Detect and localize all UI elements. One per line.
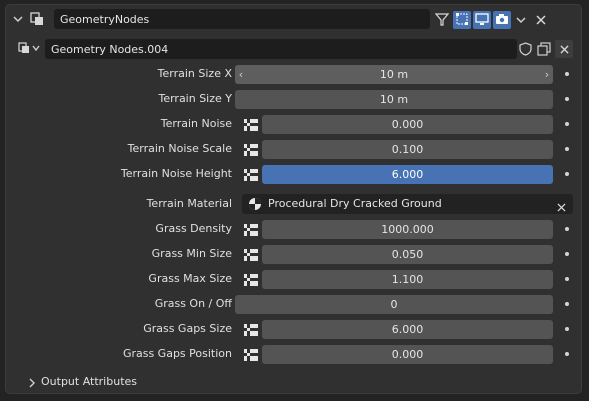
- keyframe-dot-icon[interactable]: [565, 327, 569, 331]
- input-value: 0.100: [391, 143, 424, 156]
- render-toggle[interactable]: [493, 11, 511, 29]
- modifier-name-field[interactable]: GeometryNodes: [54, 9, 430, 29]
- geometry-nodes-icon: [18, 41, 40, 57]
- camera-icon: [495, 12, 509, 29]
- attribute-toggle-icon[interactable]: [242, 272, 260, 288]
- attribute-toggle-icon[interactable]: [242, 322, 260, 338]
- value-field[interactable]: 1.100: [262, 270, 553, 289]
- input-row: Terrain Noise Height 6.000: [6, 164, 581, 184]
- cage-toggle[interactable]: [453, 11, 471, 29]
- increment-arrow-icon[interactable]: ›: [541, 65, 553, 84]
- input-row: Terrain Size Y 10 m: [6, 89, 581, 109]
- input-value: Procedural Dry Cracked Ground: [268, 197, 442, 210]
- clear-material-close-icon[interactable]: [557, 199, 567, 212]
- input-value: 0.000: [391, 348, 424, 361]
- input-value: 10 m: [379, 93, 409, 106]
- keyframe-dot-icon[interactable]: [565, 122, 569, 126]
- input-label: Grass Gaps Position: [122, 347, 232, 360]
- input-label: Terrain Noise Scale: [127, 142, 232, 155]
- input-label: Grass Max Size: [148, 272, 232, 285]
- keyframe-dot-icon[interactable]: [565, 302, 569, 306]
- collapse-chevron-icon[interactable]: [10, 11, 26, 27]
- realtime-toggle[interactable]: [473, 11, 491, 29]
- modifier-header: GeometryNodes: [6, 5, 581, 33]
- chevron-right-icon[interactable]: [26, 377, 38, 389]
- value-field[interactable]: 0.000: [262, 345, 553, 364]
- input-label: Grass On / Off: [154, 297, 232, 310]
- duplicate-icon[interactable]: [535, 40, 553, 58]
- keyframe-dot-icon[interactable]: [565, 147, 569, 151]
- attribute-toggle-icon[interactable]: [242, 167, 260, 183]
- input-row: Grass Max Size 1.100: [6, 269, 581, 289]
- expand-chevron-icon[interactable]: [513, 11, 529, 29]
- value-field[interactable]: 0.050: [262, 245, 553, 264]
- value-field[interactable]: 6.000: [262, 165, 553, 184]
- shield-icon[interactable]: [516, 40, 534, 58]
- output-attributes-label[interactable]: Output Attributes: [41, 375, 137, 388]
- input-value: 0.050: [391, 248, 424, 261]
- keyframe-dot-icon[interactable]: [565, 277, 569, 281]
- vertices-icon: [455, 12, 469, 29]
- decrement-arrow-icon[interactable]: ‹: [235, 65, 247, 84]
- value-field[interactable]: 0.000: [262, 115, 553, 134]
- input-label: Grass Gaps Size: [143, 322, 232, 335]
- value-field[interactable]: 0: [235, 295, 553, 314]
- node-group-row: Geometry Nodes.004: [6, 39, 581, 59]
- keyframe-dot-icon[interactable]: [565, 252, 569, 256]
- modifier-name-text: GeometryNodes: [60, 12, 150, 26]
- input-label: Terrain Size X: [157, 67, 232, 80]
- input-label: Grass Density: [155, 222, 232, 235]
- input-label: Grass Min Size: [151, 247, 232, 260]
- material-selector[interactable]: Procedural Dry Cracked Ground: [242, 194, 573, 214]
- keyframe-dot-icon[interactable]: [565, 352, 569, 356]
- input-row: Terrain Material Procedural Dry Cracked G…: [6, 194, 581, 214]
- value-field[interactable]: 1000.000: [262, 220, 553, 239]
- value-field[interactable]: 10 m: [235, 90, 553, 109]
- input-label: Terrain Noise Height: [120, 167, 232, 180]
- monitor-icon: [475, 12, 489, 29]
- keyframe-dot-icon[interactable]: [565, 172, 569, 176]
- input-row: Terrain Noise Scale 0.100: [6, 139, 581, 159]
- attribute-toggle-icon[interactable]: [242, 222, 260, 238]
- input-row: Terrain Size X ‹ › 10 m: [6, 64, 581, 84]
- modifier-panel: GeometryNodes Geometry Nodes.004 Terrain…: [5, 4, 582, 394]
- input-value: 10 m: [379, 68, 409, 81]
- keyframe-dot-icon[interactable]: [565, 72, 569, 76]
- node-group-browse-button[interactable]: [15, 40, 43, 58]
- attribute-toggle-icon[interactable]: [242, 347, 260, 363]
- attribute-toggle-icon[interactable]: [242, 142, 260, 158]
- value-field[interactable]: 0.100: [262, 140, 553, 159]
- keyframe-dot-icon[interactable]: [565, 227, 569, 231]
- node-group-name-field[interactable]: Geometry Nodes.004: [45, 39, 517, 59]
- value-field[interactable]: ‹ › 10 m: [235, 65, 553, 84]
- input-value: 0.000: [391, 118, 424, 131]
- input-label: Terrain Size Y: [158, 92, 232, 105]
- unlink-close-icon[interactable]: [555, 40, 573, 58]
- attribute-toggle-icon[interactable]: [242, 117, 260, 133]
- input-row: Terrain Noise 0.000: [6, 114, 581, 134]
- input-value: 6.000: [391, 323, 424, 336]
- input-row: Grass Gaps Position 0.000: [6, 344, 581, 364]
- funnel-icon: [434, 12, 450, 29]
- input-value: 1.100: [391, 273, 424, 286]
- edit-mode-toggle[interactable]: [433, 11, 451, 29]
- input-label: Terrain Material: [146, 197, 232, 210]
- input-row: Grass Min Size 0.050: [6, 244, 581, 264]
- input-value: 0: [390, 298, 398, 311]
- value-field[interactable]: 6.000: [262, 320, 553, 339]
- material-sphere-icon: [248, 197, 262, 211]
- input-row: Grass Density 1000.000: [6, 219, 581, 239]
- input-value: 6.000: [391, 168, 424, 181]
- input-value: 1000.000: [381, 223, 434, 236]
- node-group-name-text: Geometry Nodes.004: [51, 42, 169, 56]
- attribute-toggle-icon[interactable]: [242, 247, 260, 263]
- input-row: Grass Gaps Size 6.000: [6, 319, 581, 339]
- input-row: Grass On / Off 0: [6, 294, 581, 314]
- input-label: Terrain Noise: [160, 117, 232, 130]
- keyframe-dot-icon[interactable]: [565, 97, 569, 101]
- geometry-nodes-icon: [28, 11, 46, 27]
- remove-modifier-close-icon[interactable]: [533, 11, 549, 29]
